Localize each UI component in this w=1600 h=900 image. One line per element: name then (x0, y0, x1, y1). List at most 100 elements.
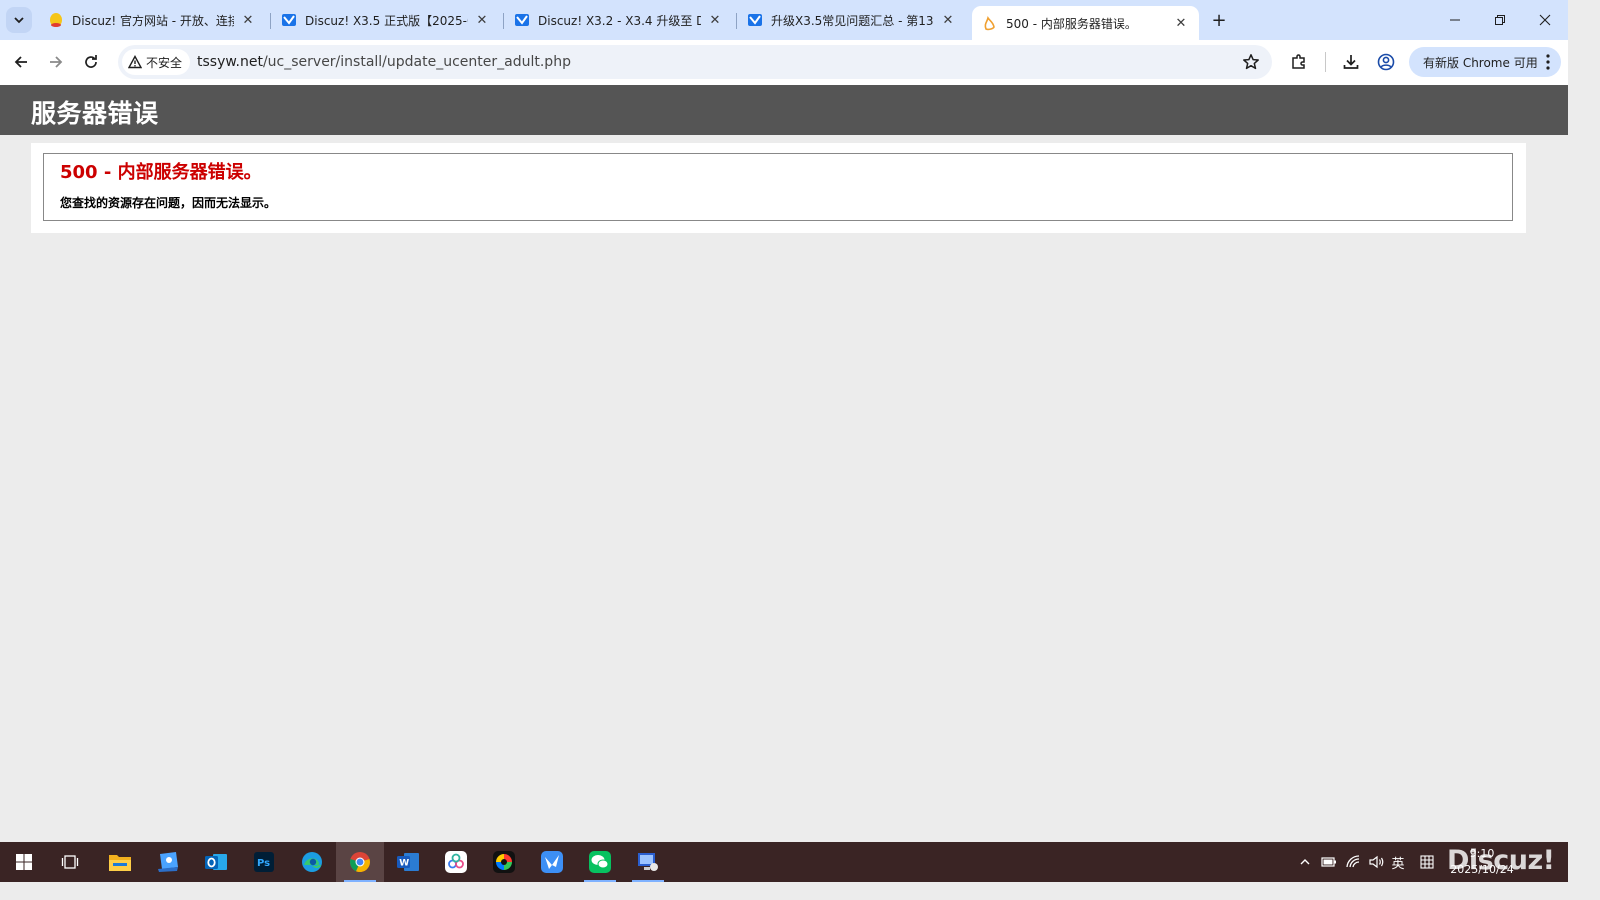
discuz-d-icon (281, 12, 297, 28)
running-indicator (584, 880, 616, 882)
tab-upgrade-faq[interactable]: 升级X3.5常见问题汇总 - 第13页 ✕ (737, 5, 966, 35)
tab-title: Discuz! 官方网站 - 开放、连接 (72, 13, 234, 28)
task-view-button[interactable] (46, 842, 94, 882)
url-host: tssyw.net (197, 54, 263, 70)
restore-button[interactable] (1478, 0, 1522, 40)
tray-ime[interactable]: 英 (1388, 842, 1408, 882)
url-path: /uc_server/install/update_ucenter_adult.… (262, 54, 571, 70)
tab-strip: Discuz! 官方网站 - 开放、连接 ✕ Discuz! X3.5 正式版【… (0, 0, 1568, 40)
windows-logo-icon (16, 854, 32, 870)
error-content: 500 - 内部服务器错误。 您查找的资源存在问题，因而无法显示。 (31, 143, 1526, 233)
taskbar-app-network[interactable] (432, 842, 480, 882)
taskbar-edge[interactable] (288, 842, 336, 882)
tab-title: 500 - 内部服务器错误。 (1006, 16, 1137, 31)
discuz-watermark: Discuz! (1447, 845, 1555, 876)
close-icon[interactable]: ✕ (940, 12, 956, 28)
reload-icon (85, 55, 97, 68)
folder-icon (109, 855, 131, 871)
close-icon[interactable]: ✕ (707, 12, 723, 28)
more-vert-icon (1546, 54, 1550, 70)
tab-title: Discuz! X3.5 正式版【2025-09 (305, 13, 468, 28)
app-monitor-icon (638, 853, 658, 871)
warning-icon (128, 55, 142, 69)
error-box: 500 - 内部服务器错误。 您查找的资源存在问题，因而无法显示。 (43, 153, 1513, 221)
page-viewport: 服务器错误 500 - 内部服务器错误。 您查找的资源存在问题，因而无法显示。 (0, 85, 1568, 842)
tray-overflow-button[interactable] (1296, 842, 1314, 882)
discuz-d-icon (514, 12, 530, 28)
outlook-icon (205, 854, 227, 870)
tab-discuz-upgrade[interactable]: Discuz! X3.2 - X3.4 升级至 Discuz ✕ (504, 5, 733, 35)
battery-icon (1321, 857, 1336, 867)
app-color-icon (493, 851, 515, 873)
wifi-icon (1346, 855, 1360, 868)
error-title: 500 - 内部服务器错误。 (60, 162, 262, 183)
tab-title: 升级X3.5常见问题汇总 - 第13页 (771, 13, 934, 28)
tab-discuz-official[interactable]: Discuz! 官方网站 - 开放、连接 ✕ (38, 5, 266, 35)
close-icon[interactable]: ✕ (240, 12, 256, 28)
svg-text:W: W (399, 859, 409, 869)
extensions-button[interactable] (1286, 49, 1312, 75)
chrome-icon (350, 852, 370, 873)
puzzle-icon (1292, 54, 1305, 69)
word-icon: W (397, 853, 419, 871)
restore-icon (1495, 15, 1505, 25)
arrow-left-icon (14, 56, 27, 68)
tab-discuz-x35[interactable]: Discuz! X3.5 正式版【2025-09 ✕ (271, 5, 500, 35)
star-icon (1243, 54, 1259, 70)
page-title: 服务器错误 (31, 99, 159, 128)
close-icon[interactable]: ✕ (474, 12, 490, 28)
tab-server-error[interactable]: 500 - 内部服务器错误。 ✕ (972, 6, 1199, 40)
taskbar-photoshop[interactable]: Ps (240, 842, 288, 882)
taskbar-app-blue[interactable] (144, 842, 192, 882)
update-chip-label: 有新版 Chrome 可用 (1423, 55, 1538, 70)
tray-keyboard[interactable] (1416, 842, 1438, 882)
taskbar-chrome[interactable] (336, 842, 384, 882)
download-icon (1343, 55, 1359, 69)
task-view-icon (61, 855, 79, 869)
discuz-qq-icon (48, 12, 64, 28)
error-message: 您查找的资源存在问题，因而无法显示。 (60, 196, 277, 210)
tab-title: Discuz! X3.2 - X3.4 升级至 Discuz (538, 13, 701, 28)
tray-battery[interactable] (1318, 842, 1340, 882)
security-chip[interactable]: 不安全 (122, 49, 191, 75)
tray-network[interactable] (1343, 842, 1365, 882)
taskbar-file-explorer[interactable] (96, 842, 144, 882)
app-blue-icon (158, 852, 178, 872)
ime-label: 英 (1391, 856, 1405, 872)
tray-volume[interactable] (1366, 842, 1388, 882)
wechat-icon (589, 851, 611, 873)
taskbar-word[interactable]: W (384, 842, 432, 882)
security-label: 不安全 (146, 55, 183, 70)
photoshop-icon: Ps (254, 852, 274, 872)
chevron-up-icon (1300, 859, 1310, 865)
app-network-icon (445, 851, 467, 873)
url-text[interactable]: tssyw.net/uc_server/install/update_ucent… (197, 45, 571, 79)
tab-search-button[interactable] (6, 7, 32, 33)
minimize-button[interactable] (1433, 0, 1477, 40)
close-window-button[interactable] (1523, 0, 1567, 40)
address-bar[interactable]: 不安全 tssyw.net/uc_server/install/update_u… (118, 45, 1272, 79)
toolbar-divider (1325, 52, 1326, 72)
profile-button[interactable] (1373, 49, 1399, 75)
downloads-button[interactable] (1338, 49, 1364, 75)
minimize-icon (1450, 19, 1460, 21)
close-icon (1539, 14, 1551, 26)
taskbar-outlook[interactable] (192, 842, 240, 882)
taskbar-app-color[interactable] (480, 842, 528, 882)
edge-icon (302, 852, 322, 872)
taskbar-app-bird[interactable] (528, 842, 576, 882)
arrow-right-icon (50, 56, 63, 68)
browser-toolbar: 不安全 tssyw.net/uc_server/install/update_u… (0, 40, 1568, 85)
forward-button[interactable] (43, 49, 69, 75)
chrome-update-button[interactable]: 有新版 Chrome 可用 (1409, 47, 1561, 77)
back-button[interactable] (8, 49, 34, 75)
volume-icon (1369, 855, 1384, 869)
start-button[interactable] (0, 842, 48, 882)
bookmark-star-button[interactable] (1242, 53, 1260, 75)
new-tab-button[interactable]: + (1208, 9, 1230, 31)
windows-taskbar: Ps W 英 9:10 2025/10/24 (0, 842, 1568, 882)
close-icon[interactable]: ✕ (1173, 15, 1189, 31)
reload-button[interactable] (78, 49, 104, 75)
taskbar-wechat[interactable] (576, 842, 624, 882)
taskbar-app-monitor[interactable] (624, 842, 672, 882)
